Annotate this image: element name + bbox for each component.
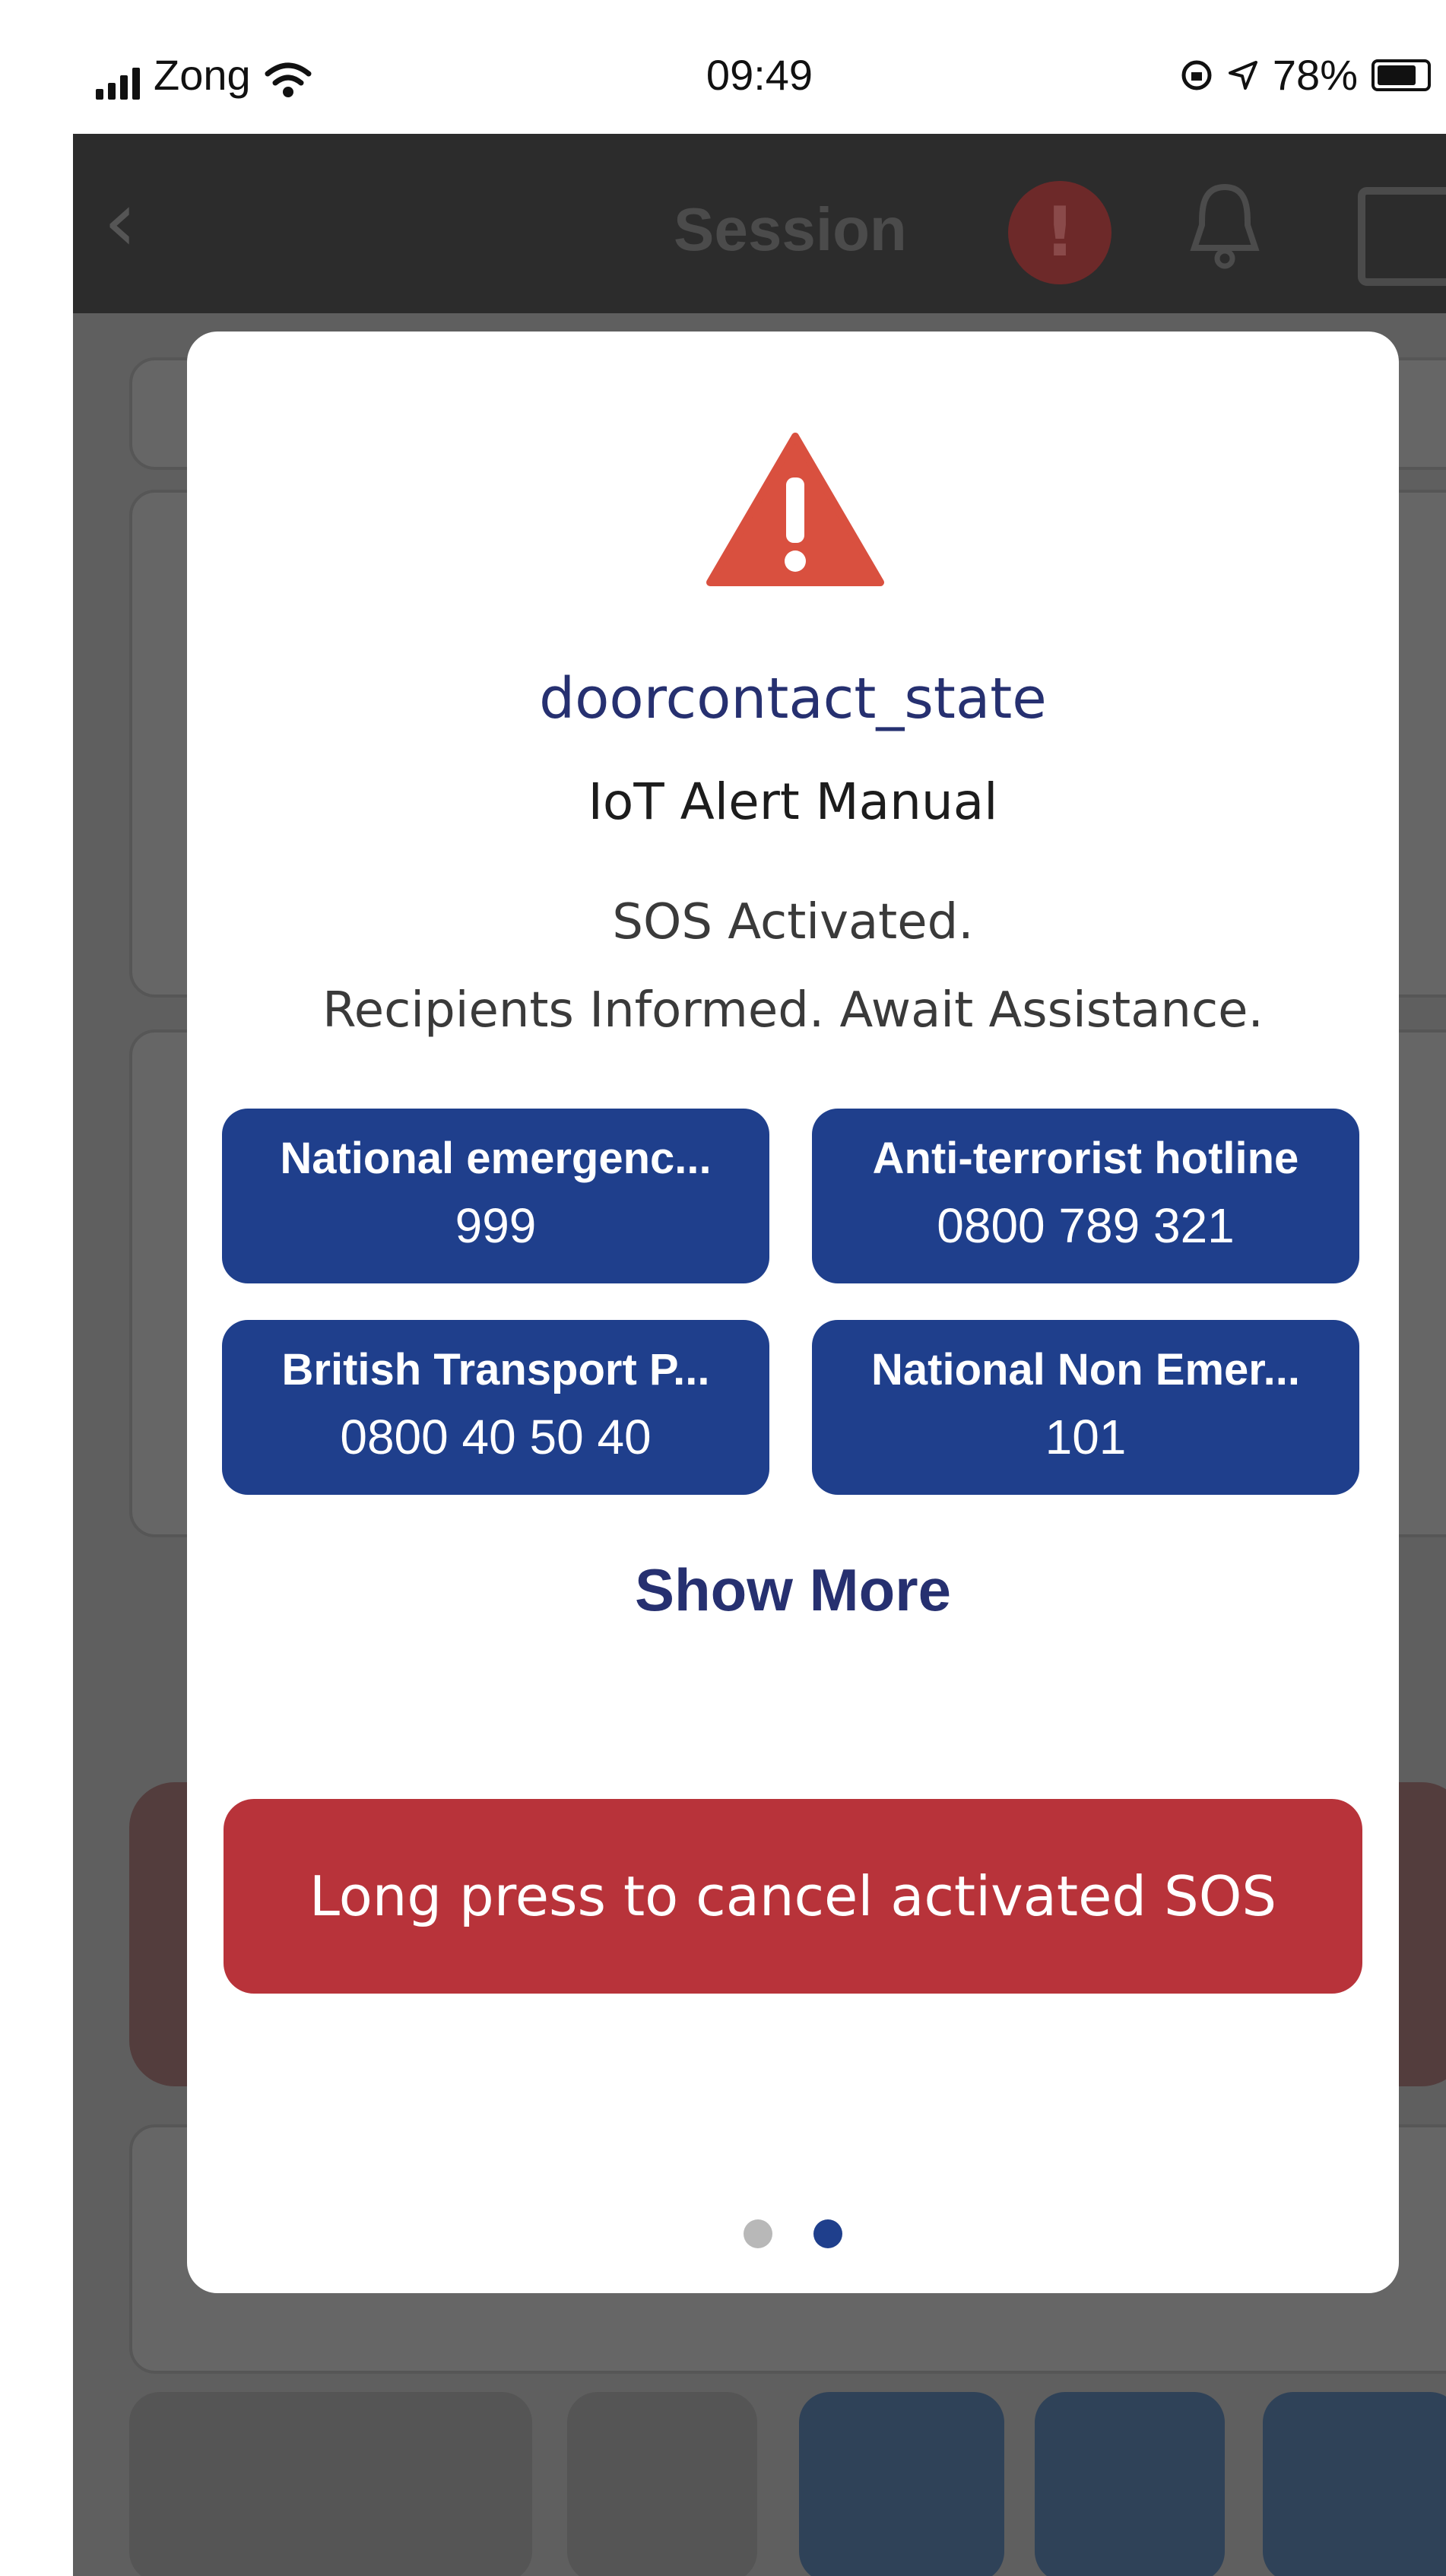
phone-screen: Zong 09:49 78% ‹ Session ! doorcontact_s… [73, 33, 1446, 2576]
contact-name: Anti-terrorist hotline [872, 1134, 1299, 1183]
cancel-sos-button[interactable]: Long press to cancel activated SOS [224, 1799, 1362, 1994]
contact-number: 101 [1045, 1410, 1127, 1464]
page-indicator [187, 2219, 1399, 2248]
contact-name: National emergenc... [280, 1134, 712, 1183]
orientation-lock-icon [1181, 60, 1212, 90]
contact-number: 0800 40 50 40 [340, 1410, 652, 1464]
background-tile [129, 2392, 532, 2576]
status-bar: Zong 09:49 78% [73, 33, 1446, 134]
battery-icon [1371, 59, 1431, 91]
alert-subtitle: IoT Alert Manual [588, 772, 998, 831]
warning-triangle-icon [706, 433, 884, 586]
background-tile [1263, 2392, 1446, 2576]
sos-alert-modal: doorcontact_state IoT Alert Manual SOS A… [187, 332, 1399, 2293]
alert-message-line-2: Recipients Informed. Await Assistance. [322, 982, 1264, 1039]
background-tile [1035, 2392, 1225, 2576]
page-dot-1[interactable] [744, 2219, 772, 2248]
bell-icon[interactable] [1183, 179, 1267, 271]
alert-title: doorcontact_state [539, 666, 1047, 731]
show-more-link[interactable]: Show More [187, 1556, 1399, 1625]
nav-bar: ‹ Session ! [73, 134, 1446, 313]
alert-icon[interactable]: ! [1008, 181, 1111, 284]
contact-number: 999 [455, 1198, 537, 1253]
contact-button-british-transport[interactable]: British Transport P... 0800 40 50 40 [222, 1320, 769, 1495]
calendar-icon[interactable] [1358, 187, 1446, 286]
background-tile [799, 2392, 1004, 2576]
battery-percent: 78% [1272, 51, 1358, 99]
background-tile [567, 2392, 757, 2576]
contact-button-anti-terrorist[interactable]: Anti-terrorist hotline 0800 789 321 [812, 1109, 1359, 1283]
page-dot-2-active[interactable] [813, 2219, 842, 2248]
contact-button-national-emergency[interactable]: National emergenc... 999 [222, 1109, 769, 1283]
contact-name: National Non Emer... [871, 1345, 1300, 1394]
contact-number: 0800 789 321 [937, 1198, 1235, 1253]
emergency-contacts-grid: National emergenc... 999 Anti-terrorist … [222, 1109, 1365, 1495]
nav-title: Session [674, 195, 907, 263]
contact-button-national-non-emergency[interactable]: National Non Emer... 101 [812, 1320, 1359, 1495]
back-icon[interactable]: ‹ [103, 179, 137, 263]
alert-message-line-1: SOS Activated. [612, 894, 974, 950]
location-icon [1228, 60, 1257, 90]
status-right: 78% [1180, 50, 1431, 100]
contact-name: British Transport P... [281, 1345, 710, 1394]
